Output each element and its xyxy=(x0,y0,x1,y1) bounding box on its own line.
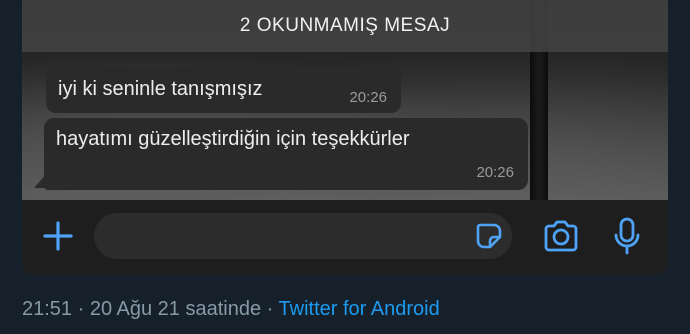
chat-screenshot: 2 OKUNMAMIŞ MESAJ iyi ki seninle tanışmı… xyxy=(22,0,668,275)
message-time: 20:26 xyxy=(476,164,514,181)
bubble-tail xyxy=(34,172,48,188)
tweet-date[interactable]: 20 Ağu 21 saatinde xyxy=(90,298,261,320)
separator: · xyxy=(261,298,279,320)
tweet-source-link[interactable]: Twitter for Android xyxy=(279,298,440,320)
message-time: 20:26 xyxy=(349,89,387,106)
message-bubble[interactable]: iyi ki seninle tanışmışız 20:26 xyxy=(46,67,401,113)
message-input-bar xyxy=(22,200,668,275)
message-bubble[interactable]: hayatımı güzelleştirdiğin için teşekkürl… xyxy=(44,118,528,190)
unread-messages-banner: 2 OKUNMAMIŞ MESAJ xyxy=(22,0,668,52)
message-input[interactable] xyxy=(94,213,512,259)
plus-icon[interactable] xyxy=(40,218,76,254)
tweet-time[interactable]: 21:51 xyxy=(22,298,72,320)
separator: · xyxy=(72,298,90,320)
sticker-icon[interactable] xyxy=(466,213,512,259)
mic-icon[interactable] xyxy=(612,216,642,256)
tweet-timestamp-line: 21:51 · 20 Ağu 21 saatinde · Twitter for… xyxy=(22,298,440,321)
unread-banner-text: 2 OKUNMAMIŞ MESAJ xyxy=(239,15,451,36)
message-text: iyi ki seninle tanışmışız xyxy=(58,78,263,100)
message-text: hayatımı güzelleştirdiğin için teşekkürl… xyxy=(56,128,410,150)
camera-icon[interactable] xyxy=(541,218,581,254)
